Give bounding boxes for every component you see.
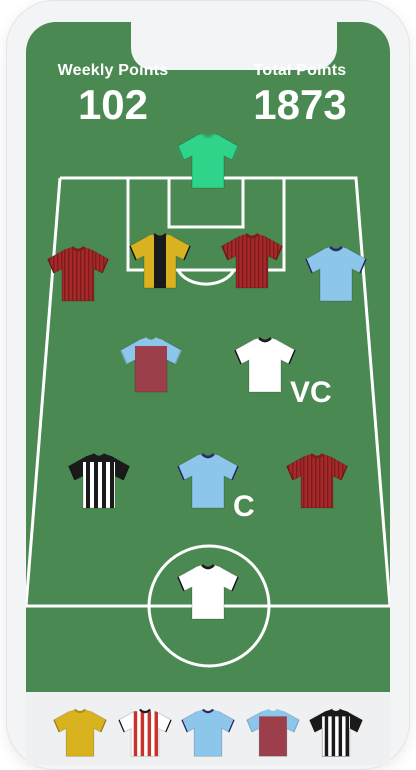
total-points-value: 1873 <box>253 81 347 128</box>
shirt-icon <box>68 453 130 509</box>
player-defender-2[interactable] <box>128 230 192 290</box>
total-points-label: Total Points <box>253 62 347 79</box>
player-midfielder-2[interactable] <box>233 334 297 394</box>
player-forward-3[interactable] <box>285 450 349 510</box>
bench-player-1[interactable] <box>52 706 108 758</box>
bench-player-3[interactable] <box>180 706 236 758</box>
player-forward-1[interactable] <box>67 450 131 510</box>
vice-captain-badge: VC <box>290 376 332 409</box>
shirt-icon <box>53 708 107 757</box>
shirt-icon <box>221 233 283 289</box>
player-midfielder-1[interactable] <box>119 334 183 394</box>
shirt-icon <box>47 246 109 302</box>
shirt-icon <box>177 453 239 509</box>
shirt-icon <box>120 337 182 393</box>
weekly-points: Weekly Points 102 <box>33 62 193 128</box>
player-goalkeeper[interactable] <box>176 130 240 190</box>
weekly-points-label: Weekly Points <box>57 62 169 79</box>
captain-badge: C <box>233 490 255 523</box>
shirt-icon <box>286 453 348 509</box>
bench-bar <box>26 692 390 765</box>
player-defender-4[interactable] <box>304 243 368 303</box>
shirt-icon <box>246 708 300 757</box>
weekly-points-value: 102 <box>77 81 149 128</box>
bench-player-4[interactable] <box>245 706 301 758</box>
shirt-icon <box>118 708 172 757</box>
bench-player-2[interactable] <box>117 706 173 758</box>
player-forward-2[interactable] <box>176 450 240 510</box>
shirt-icon <box>181 708 235 757</box>
shirt-icon <box>177 564 239 620</box>
bench-player-5[interactable] <box>308 706 364 758</box>
shirt-icon <box>129 233 191 289</box>
player-defender-1[interactable] <box>46 243 110 303</box>
shirt-icon <box>177 133 239 189</box>
shirt-icon <box>305 246 367 302</box>
shirt-icon <box>234 337 296 393</box>
phone-mockup: Weekly Points 102 Total Points 1873 VC C <box>0 0 416 770</box>
player-defender-3[interactable] <box>220 230 284 290</box>
player-center[interactable] <box>176 561 240 621</box>
shirt-icon <box>309 708 363 757</box>
total-points: Total Points 1873 <box>220 62 380 128</box>
